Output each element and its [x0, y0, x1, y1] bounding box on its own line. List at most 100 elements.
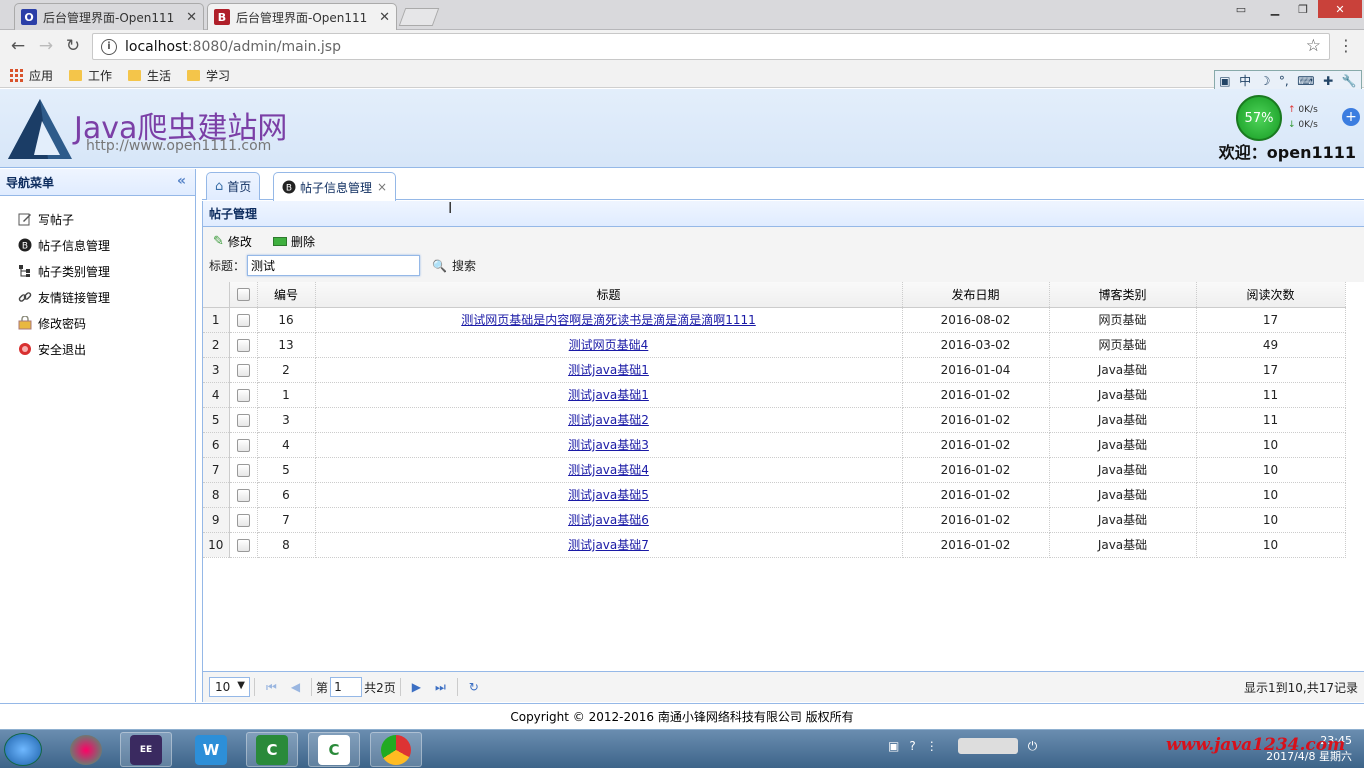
battery-icon[interactable] [957, 738, 1018, 754]
table-row[interactable]: 7 5 测试java基础4 2016-01-02 Java基础 10 [203, 457, 1346, 483]
sidebar-item-change-password[interactable]: 修改密码 [0, 310, 195, 336]
column-header-type[interactable]: 博客类别 [1049, 282, 1197, 308]
tab-home[interactable]: ⌂ 首页 [206, 172, 261, 200]
sidebar-item-logout[interactable]: 安全退出 [0, 336, 195, 362]
info-icon[interactable]: i [101, 38, 117, 55]
bookmark-folder-work[interactable]: 工作 [69, 67, 112, 84]
sidebar-item-write-post[interactable]: 写帖子 [0, 206, 195, 232]
keyboard-icon[interactable]: ⌨ [1297, 74, 1314, 88]
post-title-link[interactable]: 测试java基础6 [568, 513, 649, 527]
table-row[interactable]: 2 13 测试网页基础4 2016-03-02 网页基础 49 [203, 332, 1346, 358]
bookmark-folder-study[interactable]: 学习 [187, 67, 230, 84]
row-checkbox[interactable] [229, 532, 258, 558]
table-row[interactable]: 6 4 测试java基础3 2016-01-02 Java基础 10 [203, 432, 1346, 458]
bookmark-folder-life[interactable]: 生活 [128, 67, 171, 84]
taskbar-app-1[interactable] [60, 732, 112, 767]
reload-icon[interactable]: ↻ [63, 36, 83, 56]
close-icon[interactable]: ✕ [379, 10, 390, 25]
table-row[interactable]: 3 2 测试java基础1 2016-01-04 Java基础 17 [203, 357, 1346, 383]
back-icon[interactable]: ← [8, 36, 28, 56]
select-all-checkbox[interactable] [229, 282, 258, 308]
power-plug-icon[interactable]: ⏻ [1028, 739, 1038, 754]
post-title-link[interactable]: 测试java基础7 [568, 538, 649, 552]
tab-post-manage[interactable]: B 帖子信息管理 × [273, 172, 397, 201]
minimize-button[interactable]: ▁ [1262, 0, 1288, 18]
last-page-icon[interactable]: ⏭ [435, 680, 446, 695]
row-checkbox[interactable] [229, 482, 258, 508]
ime-mode[interactable]: 中 [1239, 72, 1251, 89]
address-bar[interactable]: i localhost:8080/admin/main.jsp ☆ [92, 33, 1330, 60]
collapse-icon[interactable]: « [177, 173, 186, 189]
new-tab-button[interactable] [398, 8, 440, 26]
post-title-link[interactable]: 测试java基础5 [568, 488, 649, 502]
post-title-link[interactable]: 测试java基础3 [568, 438, 649, 452]
maximize-button[interactable]: ❐ [1290, 0, 1316, 18]
browser-tab-2[interactable]: B 后台管理界面-Open111 ✕ [207, 3, 397, 30]
sidebar-item-post-manage[interactable]: B 帖子信息管理 [0, 232, 195, 258]
post-title-link[interactable]: 测试java基础4 [568, 463, 649, 477]
start-button[interactable] [4, 733, 42, 766]
browser-tab-1[interactable]: O 后台管理界面-Open111 ✕ [14, 3, 204, 30]
page-size-select[interactable]: 10 ▼ [209, 677, 250, 697]
sidebar-item-link-manage[interactable]: 友情链接管理 [0, 284, 195, 310]
row-checkbox[interactable] [229, 432, 258, 458]
taskbar-app-eclipse[interactable]: EE [120, 732, 172, 767]
user-icon[interactable]: ▭ [1230, 0, 1252, 18]
post-title-link[interactable]: 测试java基础2 [568, 413, 649, 427]
row-checkbox[interactable] [229, 332, 258, 358]
menu-icon[interactable]: ⋮ [1338, 36, 1354, 55]
post-title-link[interactable]: 测试网页基础是内容啊是滴死读书是滴是滴是滴啊1111 [461, 313, 756, 327]
close-icon[interactable]: ✕ [186, 10, 197, 25]
taskbar-app-camtasia-1[interactable]: C [246, 732, 298, 767]
settings-icon[interactable]: ✚ [1323, 74, 1333, 88]
column-header-id[interactable]: 编号 [257, 282, 316, 308]
network-speed-widget[interactable]: 57% ↑ 0K/s ↓ 0K/s + [1236, 95, 1362, 141]
window-close-button[interactable]: ✕ [1318, 0, 1362, 18]
row-checkbox[interactable] [229, 357, 258, 383]
taskbar-app-wps[interactable]: W [185, 732, 237, 767]
taskbar-app-camtasia-2[interactable]: C [308, 732, 360, 767]
ime-toolbar[interactable]: ▣ 中 ☽ °, ⌨ ✚ 🔧 [1214, 70, 1362, 91]
row-checkbox[interactable] [229, 307, 258, 333]
search-button[interactable]: 🔍 搜索 [432, 257, 476, 274]
table-row[interactable]: 1 16 测试网页基础是内容啊是滴死读书是滴是滴是滴啊1111 2016-08-02 网… [203, 307, 1346, 333]
tray-expand-icon[interactable]: ⋮ [926, 739, 938, 753]
cell-reads: 10 [1196, 532, 1346, 558]
post-title-link[interactable]: 测试java基础1 [568, 363, 649, 377]
bookmark-star-icon[interactable]: ☆ [1306, 36, 1321, 56]
moon-icon[interactable]: ☽ [1260, 74, 1271, 88]
title-search-input[interactable] [247, 255, 421, 276]
close-icon[interactable]: × [377, 180, 387, 194]
punctuation-icon[interactable]: °, [1279, 74, 1289, 88]
column-header-date[interactable]: 发布日期 [902, 282, 1050, 308]
post-title-link[interactable]: 测试java基础1 [568, 388, 649, 402]
refresh-icon[interactable]: ↻ [469, 680, 479, 694]
sidebar-item-category-manage[interactable]: 帖子类别管理 [0, 258, 195, 284]
table-row[interactable]: 10 8 测试java基础7 2016-01-02 Java基础 10 [203, 532, 1346, 558]
table-row[interactable]: 5 3 测试java基础2 2016-01-02 Java基础 11 [203, 407, 1346, 433]
forward-icon[interactable]: → [36, 36, 56, 56]
column-header-title[interactable]: 标题 [315, 282, 903, 308]
post-title-link[interactable]: 测试网页基础4 [569, 338, 649, 352]
bookmark-apps[interactable]: 应用 [10, 67, 53, 84]
delete-button[interactable]: 删除 [273, 233, 315, 250]
table-row[interactable]: 4 1 测试java基础1 2016-01-02 Java基础 11 [203, 382, 1346, 408]
folder-icon [187, 69, 201, 81]
ime-tray-icon[interactable]: ▣ [888, 739, 899, 753]
prev-page-icon[interactable]: ◀ [291, 680, 300, 694]
table-row[interactable]: 8 6 测试java基础5 2016-01-02 Java基础 10 [203, 482, 1346, 508]
wrench-icon[interactable]: 🔧 [1342, 74, 1357, 88]
page-number-input[interactable]: 1 [330, 677, 363, 697]
taskbar-app-chrome[interactable] [370, 732, 422, 767]
row-checkbox[interactable] [229, 457, 258, 483]
next-page-icon[interactable]: ▶ [412, 680, 421, 694]
help-icon[interactable]: ? [909, 739, 915, 753]
row-checkbox[interactable] [229, 507, 258, 533]
table-row[interactable]: 9 7 测试java基础6 2016-01-02 Java基础 10 [203, 507, 1346, 533]
first-page-icon[interactable]: ⏮ [266, 680, 277, 695]
column-header-reads[interactable]: 阅读次数 [1196, 282, 1346, 308]
edit-button[interactable]: ✎ 修改 [213, 233, 252, 250]
row-checkbox[interactable] [229, 382, 258, 408]
row-checkbox[interactable] [229, 407, 258, 433]
plus-icon[interactable]: + [1342, 108, 1360, 126]
